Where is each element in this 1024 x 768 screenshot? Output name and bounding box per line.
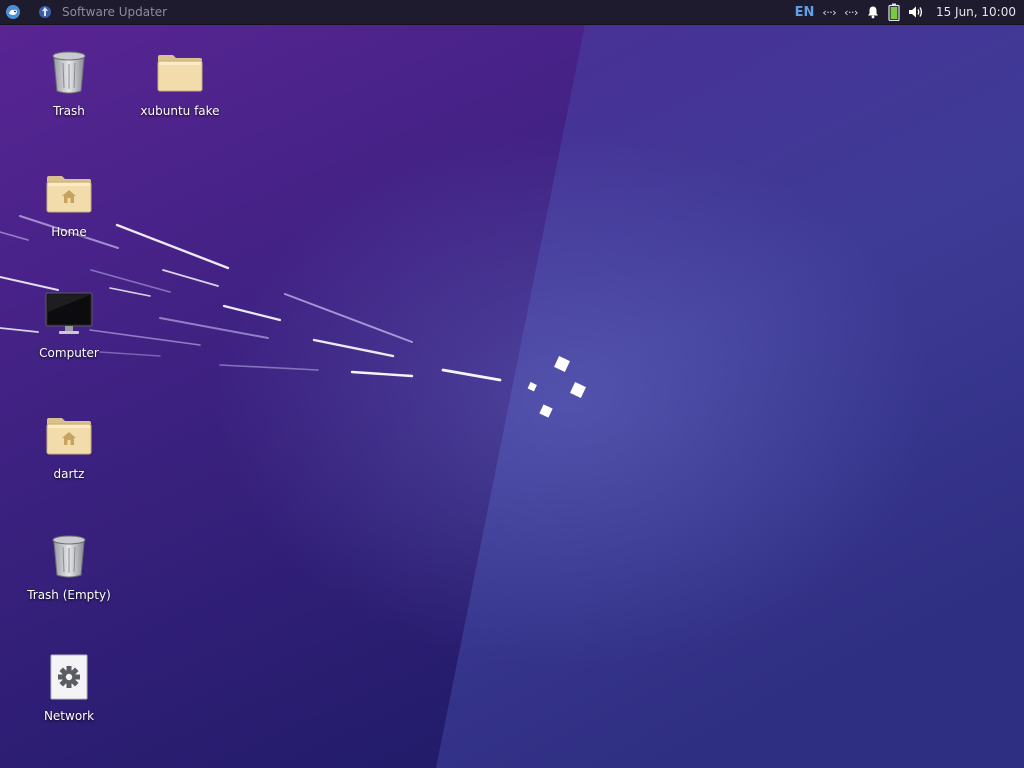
battery-indicator[interactable] xyxy=(888,0,900,24)
trash-icon xyxy=(52,535,86,578)
desktop-icon-trash-empty[interactable]: Trash (Empty) xyxy=(14,532,124,602)
whisker-menu-icon xyxy=(6,5,20,19)
desktop-icon-xubuntu-fake[interactable]: xubuntu fake xyxy=(125,48,235,118)
desktop-icon-label: Network xyxy=(43,709,95,723)
network-icon: ‹··› xyxy=(822,5,837,19)
notifications-button[interactable] xyxy=(866,0,880,24)
desktop-icon-label: Trash xyxy=(53,104,85,118)
computer-icon xyxy=(45,292,93,334)
desktop-icon-dartz[interactable]: dartz xyxy=(14,411,124,481)
keyboard-layout-indicator[interactable]: EN xyxy=(795,0,815,24)
clock[interactable]: 15 Jun, 10:00 xyxy=(936,0,1016,24)
desktop-icon-network[interactable]: Network xyxy=(14,653,124,723)
software-updater-icon xyxy=(39,6,51,18)
notification-bell-icon xyxy=(867,6,878,19)
taskbar-item-label: Software Updater xyxy=(62,5,168,19)
desktop-icon-computer[interactable]: Computer xyxy=(14,290,124,360)
desktop-icon-label: dartz xyxy=(53,467,85,481)
desktop-icon-label: xubuntu fake xyxy=(140,104,220,118)
battery-icon xyxy=(888,3,900,21)
home-folder-icon xyxy=(46,176,92,213)
volume-icon xyxy=(908,6,923,18)
home-folder-icon xyxy=(46,418,92,455)
volume-control[interactable] xyxy=(908,0,924,24)
desktop-icon-label: Home xyxy=(51,225,87,239)
desktop-icon-home[interactable]: Home xyxy=(14,169,124,239)
top-panel: Software Updater EN ‹··› ‹··› 15 Jun, 10… xyxy=(0,0,1024,25)
desktop-icon-label: Trash (Empty) xyxy=(27,588,111,602)
network-indicator-1[interactable]: ‹··› xyxy=(822,0,836,24)
desktop-icon-trash[interactable]: Trash xyxy=(14,48,124,118)
desktop-icon-label: Computer xyxy=(39,346,99,360)
whisker-menu-button[interactable] xyxy=(0,0,26,24)
trash-icon xyxy=(52,51,86,94)
folder-icon xyxy=(157,55,203,92)
network-icon: ‹··› xyxy=(844,5,858,19)
taskbar-item-software-updater[interactable]: Software Updater xyxy=(26,0,175,24)
network-indicator-2[interactable]: ‹··› xyxy=(844,0,858,24)
network-settings-icon xyxy=(50,654,88,700)
